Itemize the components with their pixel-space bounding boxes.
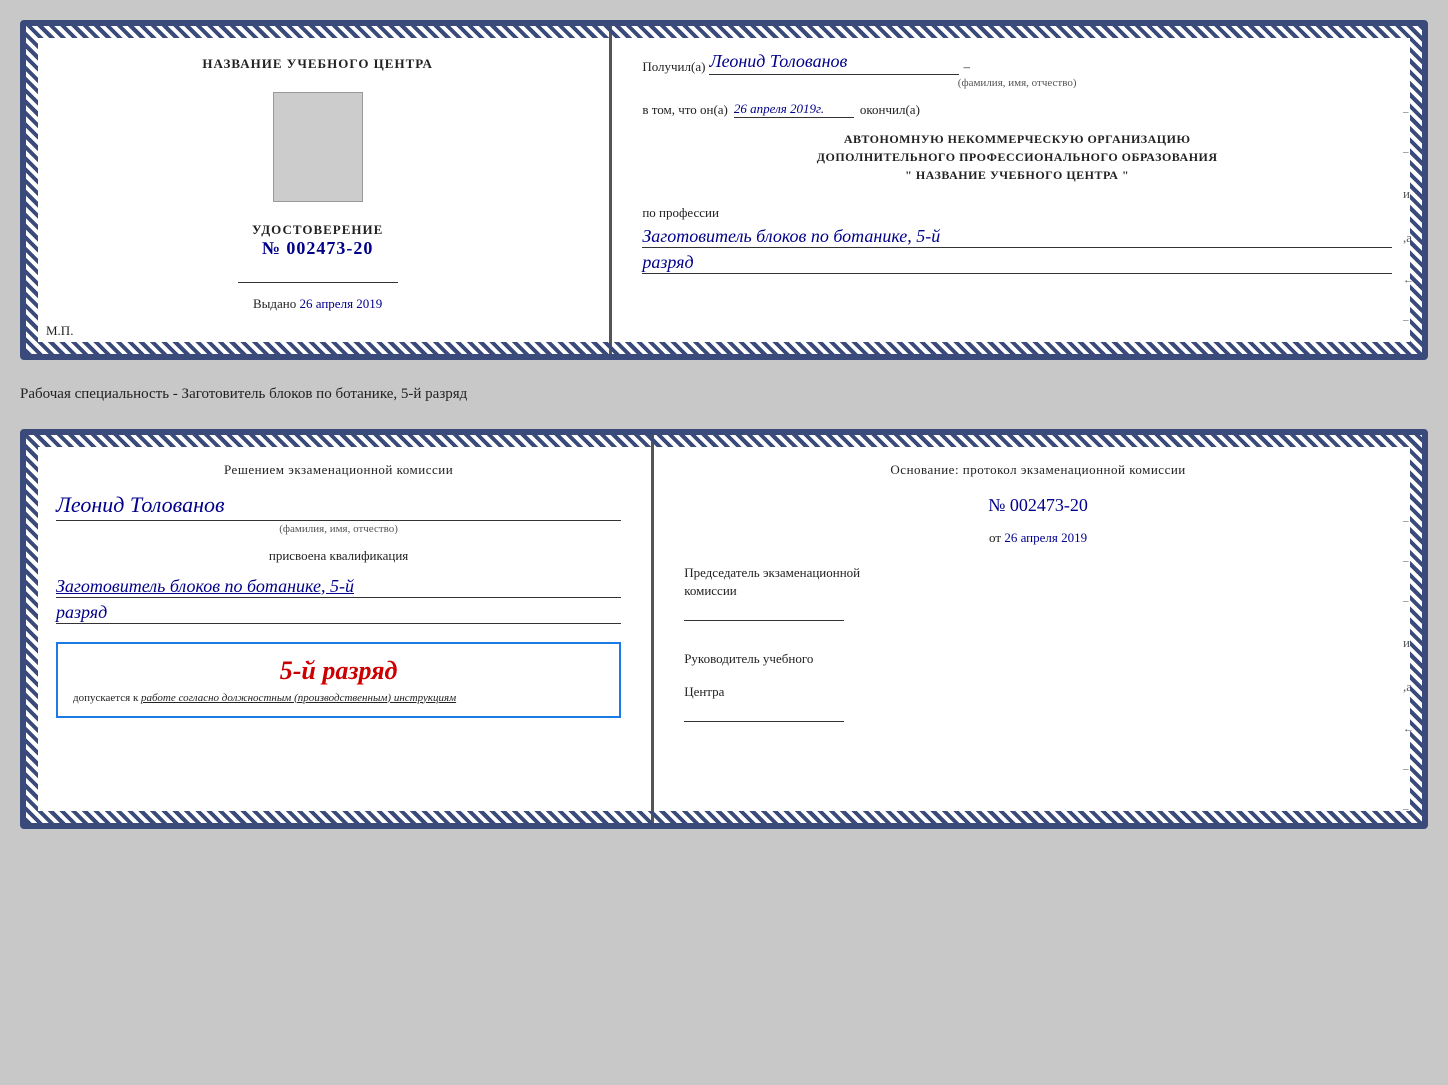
sign-line-predsedatel [684, 620, 844, 621]
lower-cert-right: Основание: протокол экзаменационной коми… [654, 435, 1422, 823]
udost-number: № 002473-20 [252, 238, 383, 259]
predsedatel-line1: Председатель экзаменационной [684, 564, 1392, 582]
rukovod-line1: Руководитель учебного [684, 650, 1392, 668]
komissia-block: Леонид Толованов (фамилия, имя, отчество… [56, 488, 621, 535]
sign-line-rukovod [684, 721, 844, 722]
avtonom-line2: ДОПОЛНИТЕЛЬНОГО ПРОФЕССИОНАЛЬНОГО ОБРАЗО… [642, 148, 1392, 166]
specialty-separator: Рабочая специальность - Заготовитель бло… [20, 378, 1428, 411]
signature-line-left [238, 282, 398, 283]
vtom-date: 26 апреля 2019г. [734, 101, 854, 118]
page-wrapper: НАЗВАНИЕ УЧЕБНОГО ЦЕНТРА УДОСТОВЕРЕНИЕ №… [20, 20, 1428, 829]
upper-certificate: НАЗВАНИЕ УЧЕБНОГО ЦЕНТРА УДОСТОВЕРЕНИЕ №… [20, 20, 1428, 360]
proto-date: от 26 апреля 2019 [684, 530, 1392, 546]
rukovod-block: Руководитель учебного Центра [684, 635, 1392, 726]
udost-label: УДОСТОВЕРЕНИЕ [252, 222, 383, 238]
profess-label: по профессии [642, 205, 719, 220]
udost-block: УДОСТОВЕРЕНИЕ № 002473-20 [252, 222, 383, 259]
prisvoena-text: присвоена квалификация [56, 548, 621, 564]
komissia-name: Леонид Толованов [56, 492, 621, 521]
osnovanie-text: Основание: протокол экзаменационной коми… [684, 460, 1392, 480]
avtonom-block: АВТОНОМНУЮ НЕКОММЕРЧЕСКУЮ ОРГАНИЗАЦИЮ ДО… [642, 130, 1392, 184]
resheniem-text: Решением экзаменационной комиссии [56, 460, 621, 480]
profess-block: по профессии Заготовитель блоков по бота… [642, 204, 1392, 274]
predsedatel-block: Председатель экзаменационной комиссии [684, 564, 1392, 625]
avtonom-quotes: " НАЗВАНИЕ УЧЕБНОГО ЦЕНТРА " [642, 166, 1392, 184]
upper-cert-left: НАЗВАНИЕ УЧЕБНОГО ЦЕНТРА УДОСТОВЕРЕНИЕ №… [26, 26, 612, 354]
lower-cert-left: Решением экзаменационной комиссии Леонид… [26, 435, 654, 823]
ot-date: 26 апреля 2019 [1004, 530, 1087, 545]
okonchill: окончил(а) [860, 102, 920, 118]
photo-placeholder [273, 92, 363, 202]
profess-value: Заготовитель блоков по ботанике, 5-й [642, 226, 1392, 248]
poluchil-block: Получил(а) Леонид Толованов – (фамилия, … [642, 46, 1392, 89]
ot-label: от [989, 530, 1001, 545]
proto-number: № 002473-20 [684, 495, 1392, 516]
predsedatel-line2: комиссии [684, 582, 1392, 600]
avtonom-line1: АВТОНОМНУЮ НЕКОММЕРЧЕСКУЮ ОРГАНИЗАЦИЮ [642, 130, 1392, 148]
upper-cert-right: Получил(а) Леонид Толованов – (фамилия, … [612, 26, 1422, 354]
vtom-prefix: в том, что он(а) [642, 102, 728, 118]
vtom-line: в том, что он(а) 26 апреля 2019г. окончи… [642, 101, 1392, 118]
lower-certificate: Решением экзаменационной комиссии Леонид… [20, 429, 1428, 829]
poluchil-line: Получил(а) Леонид Толованов – [642, 51, 1392, 75]
stamp-rank: 5-й разряд [73, 656, 604, 686]
poluchil-prefix: Получил(а) [642, 59, 705, 75]
dopusk-text: работе согласно должностным (производств… [141, 692, 456, 704]
razryad-value-upper: разряд [642, 252, 1392, 274]
fio-subtext-upper: (фамилия, имя, отчество) [642, 77, 1392, 89]
dopusk-prefix: допускается к [73, 692, 138, 704]
vydano-line: Выдано 26 апреля 2019 [253, 296, 382, 312]
rukovod-line2: Центра [684, 683, 1392, 701]
fio-subtext-lower: (фамилия, имя, отчество) [56, 523, 621, 535]
right-edge-marks: – – и ,а ← – – – [1403, 106, 1414, 360]
dopuskaetsya-text: допускается к работе согласно должностны… [73, 692, 604, 704]
mp-label: М.П. [46, 323, 73, 339]
razryad-lower: разряд [56, 602, 621, 624]
kvalif-value: Заготовитель блоков по ботанике, 5-й [56, 576, 621, 598]
upper-left-title: НАЗВАНИЕ УЧЕБНОГО ЦЕНТРА [202, 56, 433, 72]
stamp-box: 5-й разряд допускается к работе согласно… [56, 642, 621, 718]
poluchil-name: Леонид Толованов [709, 51, 959, 75]
vydano-date: 26 апреля 2019 [300, 296, 383, 311]
lower-right-edge-marks: – – – и ,а ← – – – [1403, 515, 1414, 829]
kvalif-block: Заготовитель блоков по ботанике, 5-й раз… [56, 572, 621, 624]
vydano-label: Выдано [253, 296, 296, 311]
